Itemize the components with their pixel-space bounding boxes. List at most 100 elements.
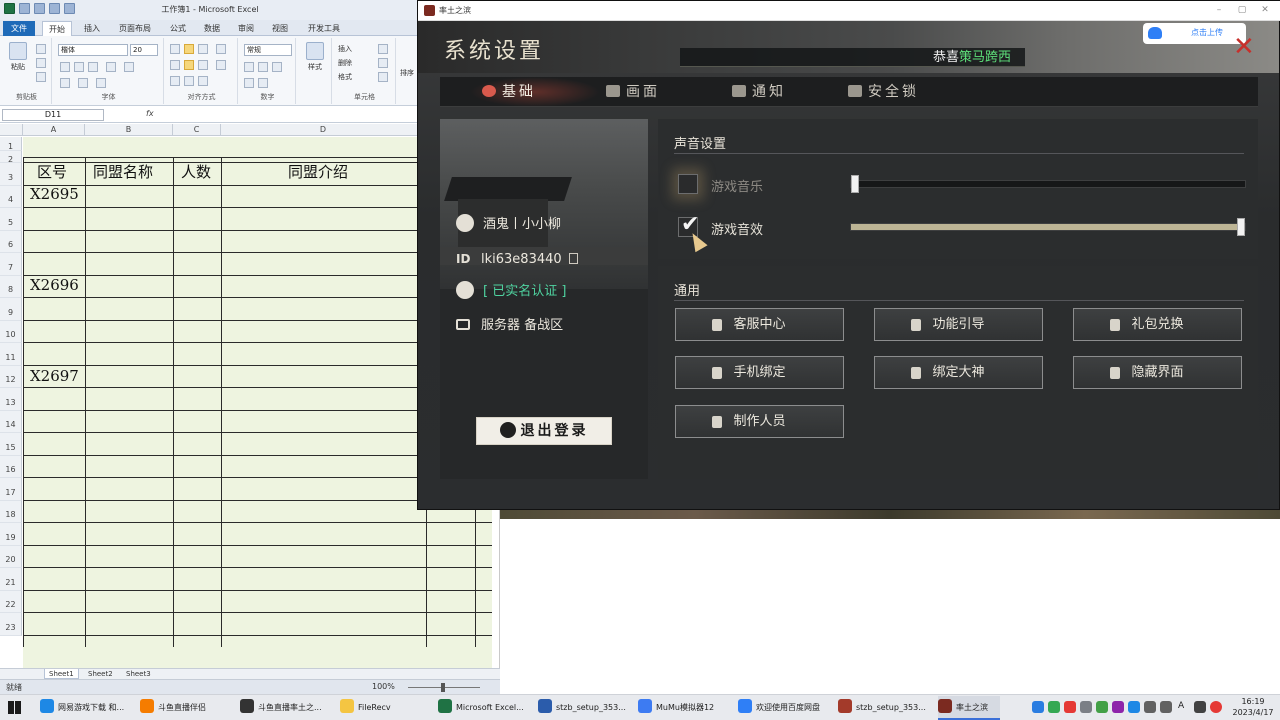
- phone-binding-button[interactable]: 手机绑定: [675, 356, 844, 389]
- taskbar-item[interactable]: Microsoft Excel...: [438, 696, 532, 720]
- copy-icon[interactable]: [36, 58, 46, 68]
- format-painter-icon[interactable]: [36, 72, 46, 82]
- feature-guide-button[interactable]: 功能引导: [874, 308, 1043, 341]
- row-header[interactable]: 17: [0, 478, 22, 501]
- format-cells-button[interactable]: 格式: [338, 72, 352, 82]
- column-header-b[interactable]: B: [85, 124, 173, 136]
- tray-keyboard-icon[interactable]: [1194, 701, 1206, 713]
- taskbar-item[interactable]: 欢迎使用百度网盘: [738, 696, 832, 720]
- row-header[interactable]: 16: [0, 456, 22, 478]
- border-icon[interactable]: [106, 62, 116, 72]
- zone-cell[interactable]: X2695: [30, 185, 79, 203]
- currency-icon[interactable]: [244, 62, 254, 72]
- percent-icon[interactable]: [258, 62, 268, 72]
- maximize-icon[interactable]: ▢: [1235, 3, 1249, 17]
- comma-icon[interactable]: [272, 62, 282, 72]
- tray-app-icon[interactable]: [1112, 701, 1124, 713]
- row-header[interactable]: 1: [0, 137, 22, 151]
- tab-home[interactable]: 开始: [42, 21, 72, 36]
- taskbar-item[interactable]: 率土之滨: [938, 696, 1000, 720]
- row-header[interactable]: 21: [0, 568, 22, 591]
- sfx-volume-slider[interactable]: [850, 218, 1246, 236]
- align-right-icon[interactable]: [198, 60, 208, 70]
- taskbar-item[interactable]: MuMu模拟器12: [638, 696, 732, 720]
- gift-redeem-button[interactable]: 礼包兑换: [1073, 308, 1242, 341]
- font-grow-icon[interactable]: [124, 62, 134, 72]
- row-header[interactable]: 4: [0, 186, 22, 208]
- tab-notifications[interactable]: 通知: [732, 77, 786, 107]
- zone-cell[interactable]: X2696: [30, 276, 79, 294]
- row-header[interactable]: 20: [0, 546, 22, 568]
- header-zone-cell[interactable]: 区号: [37, 161, 67, 182]
- ime-indicator[interactable]: A: [1178, 701, 1184, 711]
- logout-button[interactable]: 退出登录: [476, 417, 612, 445]
- tab-data[interactable]: 数据: [198, 21, 226, 36]
- bind-dashen-button[interactable]: 绑定大神: [874, 356, 1043, 389]
- autosum-icon[interactable]: [378, 44, 388, 54]
- row-header[interactable]: 10: [0, 321, 22, 343]
- tray-wifi-icon[interactable]: [1144, 701, 1156, 713]
- align-middle-icon[interactable]: [184, 44, 194, 54]
- taskbar-item[interactable]: 斗鱼直播率土之...: [240, 696, 334, 720]
- zone-cell[interactable]: X2697: [30, 367, 79, 385]
- zoom-slider-handle[interactable]: [441, 683, 445, 692]
- column-header-a[interactable]: A: [23, 124, 85, 136]
- system-clock[interactable]: 16:19 2023/4/17: [1228, 696, 1278, 718]
- delete-cells-button[interactable]: 删除: [338, 58, 352, 68]
- tab-insert[interactable]: 插入: [78, 21, 106, 36]
- row-header[interactable]: 11: [0, 343, 22, 366]
- music-volume-handle[interactable]: [851, 175, 859, 193]
- upload-button[interactable]: 点击上传: [1143, 23, 1246, 44]
- underline-icon[interactable]: [88, 62, 98, 72]
- tab-file[interactable]: 文件: [3, 21, 35, 36]
- tray-volume-icon[interactable]: [1160, 701, 1172, 713]
- tab-page-layout[interactable]: 页面布局: [112, 21, 158, 36]
- row-header[interactable]: 3: [0, 163, 22, 186]
- start-button[interactable]: [8, 701, 21, 714]
- row-header[interactable]: 5: [0, 208, 22, 231]
- row-header[interactable]: 18: [0, 501, 22, 523]
- fx-icon[interactable]: fx: [146, 109, 154, 118]
- tray-security-icon[interactable]: [1064, 701, 1076, 713]
- row-header[interactable]: 7: [0, 253, 22, 276]
- header-alliance-name-cell[interactable]: 同盟名称: [93, 161, 153, 182]
- taskbar-item[interactable]: stzb_setup_353...: [538, 696, 632, 720]
- align-center-icon[interactable]: [184, 60, 194, 70]
- credits-button[interactable]: 制作人员: [675, 405, 844, 438]
- tray-wechat-icon[interactable]: [1048, 701, 1060, 713]
- font-color-icon[interactable]: [78, 78, 88, 88]
- zoom-level[interactable]: 100%: [372, 682, 395, 691]
- row-header[interactable]: 6: [0, 231, 22, 253]
- taskbar-item[interactable]: 网易游戏下载 和...: [40, 696, 134, 720]
- customer-service-button[interactable]: 客服中心: [675, 308, 844, 341]
- indent-increase-icon[interactable]: [184, 76, 194, 86]
- tab-developer[interactable]: 开发工具: [302, 21, 346, 36]
- tab-security-lock[interactable]: 安全锁: [848, 77, 919, 107]
- row-header[interactable]: 15: [0, 433, 22, 456]
- minimize-icon[interactable]: –: [1212, 3, 1226, 17]
- taskbar-item[interactable]: FileRecv: [340, 696, 430, 720]
- tab-review[interactable]: 审阅: [232, 21, 260, 36]
- fill-color-icon[interactable]: [60, 78, 70, 88]
- cut-icon[interactable]: [36, 44, 46, 54]
- row-header[interactable]: 12: [0, 366, 22, 388]
- clear-icon[interactable]: [378, 72, 388, 82]
- styles-button[interactable]: 样式: [302, 42, 328, 72]
- column-header-d[interactable]: D: [221, 124, 426, 136]
- music-checkbox[interactable]: [678, 174, 698, 194]
- row-header[interactable]: 19: [0, 523, 22, 546]
- align-bottom-icon[interactable]: [198, 44, 208, 54]
- sheet-tab[interactable]: Sheet2: [84, 669, 117, 679]
- fill-icon[interactable]: [378, 58, 388, 68]
- taskbar-item[interactable]: stzb_setup_353...: [838, 696, 932, 720]
- header-member-count-cell[interactable]: 人数: [181, 161, 211, 182]
- row-header[interactable]: 14: [0, 411, 22, 433]
- indent-decrease-icon[interactable]: [170, 76, 180, 86]
- tab-view[interactable]: 视图: [266, 21, 294, 36]
- copy-icon[interactable]: [568, 253, 578, 264]
- tray-network-icon[interactable]: [1080, 701, 1092, 713]
- row-header[interactable]: 2: [0, 151, 22, 164]
- number-format-select[interactable]: 常规: [244, 44, 292, 56]
- sheet-tab[interactable]: Sheet1: [44, 669, 79, 679]
- align-top-icon[interactable]: [170, 44, 180, 54]
